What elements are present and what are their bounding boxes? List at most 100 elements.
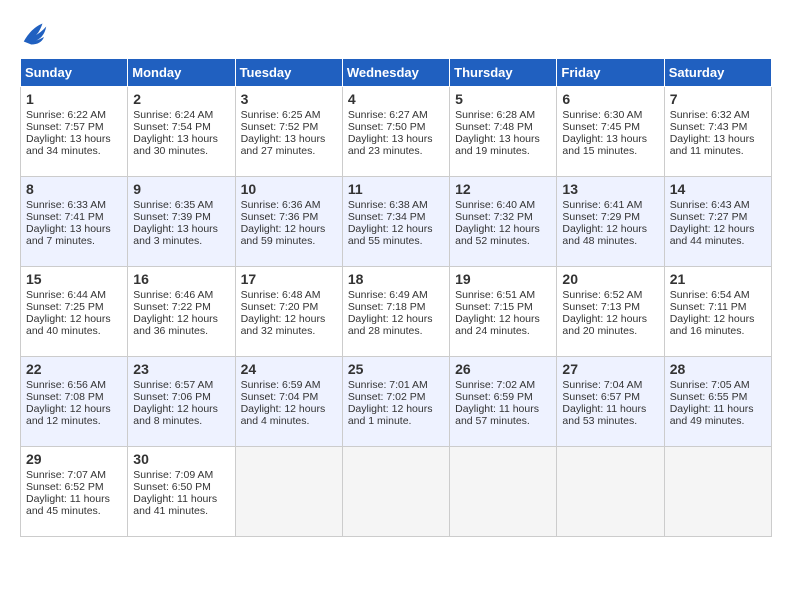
day-number: 16 <box>133 271 229 287</box>
calendar-cell: 14Sunrise: 6:43 AMSunset: 7:27 PMDayligh… <box>664 177 771 267</box>
daylight-label: Daylight: 13 hours and 19 minutes. <box>455 133 540 157</box>
sunrise-text: Sunrise: 6:59 AM <box>241 379 321 391</box>
daylight-label: Daylight: 12 hours and 36 minutes. <box>133 313 218 337</box>
sunrise-text: Sunrise: 6:27 AM <box>348 109 428 121</box>
sunset-text: Sunset: 7:45 PM <box>562 121 640 133</box>
sunrise-text: Sunrise: 7:09 AM <box>133 469 213 481</box>
daylight-label: Daylight: 12 hours and 1 minute. <box>348 403 433 427</box>
daylight-label: Daylight: 12 hours and 20 minutes. <box>562 313 647 337</box>
sunrise-text: Sunrise: 7:01 AM <box>348 379 428 391</box>
sunset-text: Sunset: 7:57 PM <box>26 121 104 133</box>
sunset-text: Sunset: 6:55 PM <box>670 391 748 403</box>
weekday-header-thursday: Thursday <box>450 59 557 87</box>
day-number: 17 <box>241 271 337 287</box>
calendar-cell: 26Sunrise: 7:02 AMSunset: 6:59 PMDayligh… <box>450 357 557 447</box>
sunrise-text: Sunrise: 7:05 AM <box>670 379 750 391</box>
calendar-week-row: 15Sunrise: 6:44 AMSunset: 7:25 PMDayligh… <box>21 267 772 357</box>
calendar-cell: 30Sunrise: 7:09 AMSunset: 6:50 PMDayligh… <box>128 447 235 537</box>
sunrise-text: Sunrise: 6:52 AM <box>562 289 642 301</box>
calendar-cell: 28Sunrise: 7:05 AMSunset: 6:55 PMDayligh… <box>664 357 771 447</box>
sunrise-text: Sunrise: 6:51 AM <box>455 289 535 301</box>
day-number: 2 <box>133 91 229 107</box>
sunset-text: Sunset: 7:15 PM <box>455 301 533 313</box>
day-number: 13 <box>562 181 658 197</box>
day-number: 19 <box>455 271 551 287</box>
day-number: 15 <box>26 271 122 287</box>
sunrise-text: Sunrise: 6:33 AM <box>26 199 106 211</box>
sunset-text: Sunset: 7:52 PM <box>241 121 319 133</box>
sunset-text: Sunset: 6:57 PM <box>562 391 640 403</box>
daylight-label: Daylight: 12 hours and 4 minutes. <box>241 403 326 427</box>
calendar-week-row: 1Sunrise: 6:22 AMSunset: 7:57 PMDaylight… <box>21 87 772 177</box>
daylight-label: Daylight: 12 hours and 55 minutes. <box>348 223 433 247</box>
day-number: 9 <box>133 181 229 197</box>
sunrise-text: Sunrise: 6:56 AM <box>26 379 106 391</box>
calendar-cell: 12Sunrise: 6:40 AMSunset: 7:32 PMDayligh… <box>450 177 557 267</box>
calendar-cell: 16Sunrise: 6:46 AMSunset: 7:22 PMDayligh… <box>128 267 235 357</box>
sunset-text: Sunset: 7:29 PM <box>562 211 640 223</box>
day-number: 5 <box>455 91 551 107</box>
sunset-text: Sunset: 7:50 PM <box>348 121 426 133</box>
calendar-cell: 1 Sunrise: 6:22 AMSunset: 7:57 PMDaylight… <box>21 87 128 177</box>
sunrise-text: Sunrise: 6:46 AM <box>133 289 213 301</box>
daylight-label: Daylight: 12 hours and 12 minutes. <box>26 403 111 427</box>
calendar-cell: 4Sunrise: 6:27 AMSunset: 7:50 PMDaylight… <box>342 87 449 177</box>
daylight-label: Daylight: 12 hours and 28 minutes. <box>348 313 433 337</box>
day-number: 26 <box>455 361 551 377</box>
header <box>20 20 772 48</box>
sunrise-text: Sunrise: 6:36 AM <box>241 199 321 211</box>
daylight-label: Daylight: 12 hours and 24 minutes. <box>455 313 540 337</box>
calendar-cell: 20Sunrise: 6:52 AMSunset: 7:13 PMDayligh… <box>557 267 664 357</box>
sunset-text: Sunset: 6:52 PM <box>26 481 104 493</box>
daylight-label: Daylight: 13 hours and 11 minutes. <box>670 133 755 157</box>
daylight-label: Daylight: 13 hours and 34 minutes. <box>26 133 111 157</box>
calendar-cell: 18Sunrise: 6:49 AMSunset: 7:18 PMDayligh… <box>342 267 449 357</box>
daylight-label: Daylight: 13 hours and 15 minutes. <box>562 133 647 157</box>
sunset-text: Sunset: 7:36 PM <box>241 211 319 223</box>
sunset-text: Sunset: 7:02 PM <box>348 391 426 403</box>
sunset-text: Sunset: 7:39 PM <box>133 211 211 223</box>
calendar-cell: 25Sunrise: 7:01 AMSunset: 7:02 PMDayligh… <box>342 357 449 447</box>
day-number: 10 <box>241 181 337 197</box>
sunrise-text: Sunrise: 7:04 AM <box>562 379 642 391</box>
sunset-text: Sunset: 7:08 PM <box>26 391 104 403</box>
sunset-text: Sunset: 6:50 PM <box>133 481 211 493</box>
sunset-text: Sunset: 7:11 PM <box>670 301 747 313</box>
calendar-cell: 8Sunrise: 6:33 AMSunset: 7:41 PMDaylight… <box>21 177 128 267</box>
calendar-cell: 27Sunrise: 7:04 AMSunset: 6:57 PMDayligh… <box>557 357 664 447</box>
sunset-text: Sunset: 7:34 PM <box>348 211 426 223</box>
calendar-week-row: 8Sunrise: 6:33 AMSunset: 7:41 PMDaylight… <box>21 177 772 267</box>
daylight-label: Daylight: 11 hours and 41 minutes. <box>133 493 217 517</box>
weekday-header-monday: Monday <box>128 59 235 87</box>
daylight-label: Daylight: 12 hours and 40 minutes. <box>26 313 111 337</box>
sunrise-text: Sunrise: 6:22 AM <box>26 109 106 121</box>
daylight-label: Daylight: 12 hours and 8 minutes. <box>133 403 218 427</box>
daylight-label: Daylight: 11 hours and 53 minutes. <box>562 403 646 427</box>
logo-bird-icon <box>20 20 50 48</box>
sunset-text: Sunset: 7:32 PM <box>455 211 533 223</box>
day-number: 23 <box>133 361 229 377</box>
calendar-cell: 21Sunrise: 6:54 AMSunset: 7:11 PMDayligh… <box>664 267 771 357</box>
sunset-text: Sunset: 7:04 PM <box>241 391 319 403</box>
calendar-cell: 2Sunrise: 6:24 AMSunset: 7:54 PMDaylight… <box>128 87 235 177</box>
calendar-cell: 24Sunrise: 6:59 AMSunset: 7:04 PMDayligh… <box>235 357 342 447</box>
sunrise-text: Sunrise: 6:35 AM <box>133 199 213 211</box>
day-number: 1 <box>26 91 122 107</box>
weekday-header-row: SundayMondayTuesdayWednesdayThursdayFrid… <box>21 59 772 87</box>
sunset-text: Sunset: 7:06 PM <box>133 391 211 403</box>
day-number: 21 <box>670 271 766 287</box>
weekday-header-saturday: Saturday <box>664 59 771 87</box>
sunrise-text: Sunrise: 6:48 AM <box>241 289 321 301</box>
calendar-cell: 6Sunrise: 6:30 AMSunset: 7:45 PMDaylight… <box>557 87 664 177</box>
daylight-label: Daylight: 13 hours and 3 minutes. <box>133 223 218 247</box>
calendar-cell: 9 Sunrise: 6:35 AMSunset: 7:39 PMDaylight… <box>128 177 235 267</box>
daylight-label: Daylight: 12 hours and 48 minutes. <box>562 223 647 247</box>
day-number: 3 <box>241 91 337 107</box>
sunrise-text: Sunrise: 7:07 AM <box>26 469 106 481</box>
day-number: 12 <box>455 181 551 197</box>
day-number: 4 <box>348 91 444 107</box>
sunrise-text: Sunrise: 6:44 AM <box>26 289 106 301</box>
sunset-text: Sunset: 7:41 PM <box>26 211 104 223</box>
calendar-cell: 10Sunrise: 6:36 AMSunset: 7:36 PMDayligh… <box>235 177 342 267</box>
calendar-cell: 22Sunrise: 6:56 AMSunset: 7:08 PMDayligh… <box>21 357 128 447</box>
